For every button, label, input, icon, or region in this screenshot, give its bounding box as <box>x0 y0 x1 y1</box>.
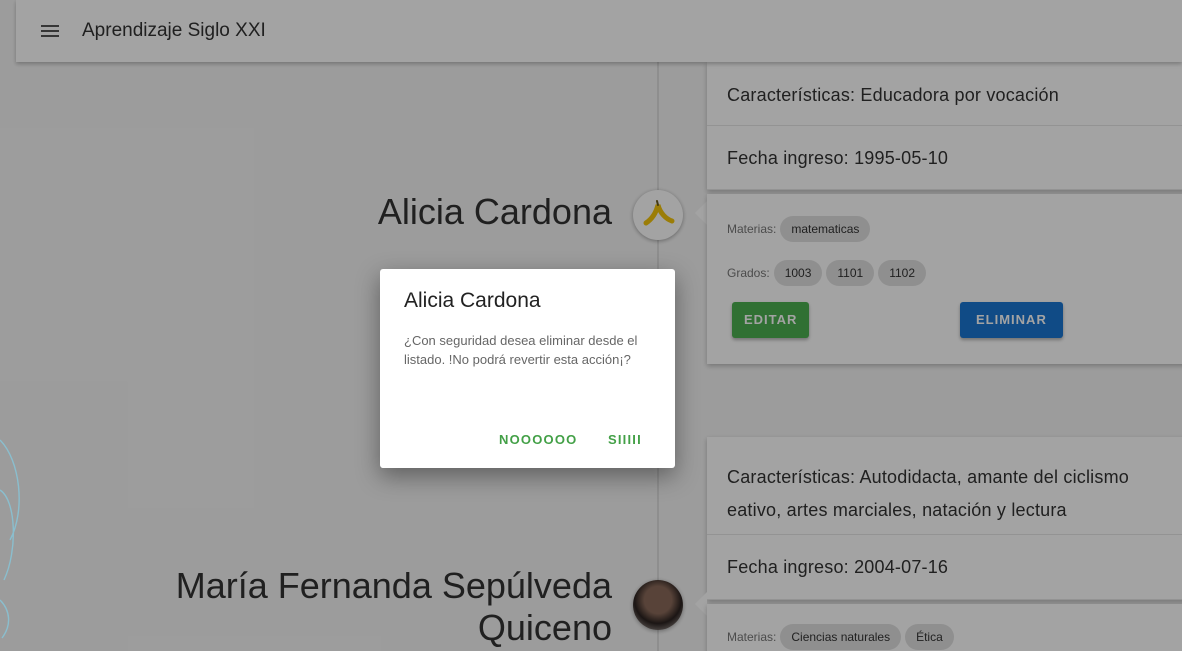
background-decoration <box>0 439 20 639</box>
confirm-delete-dialog: Alicia Cardona ¿Con seguridad desea elim… <box>380 269 675 468</box>
cancel-button[interactable]: NOOOOOO <box>499 432 577 447</box>
dialog-message: ¿Con seguridad desea eliminar desde el l… <box>404 333 638 367</box>
dialog-title: Alicia Cardona <box>404 289 541 312</box>
confirm-button[interactable]: SIIIII <box>608 432 642 447</box>
